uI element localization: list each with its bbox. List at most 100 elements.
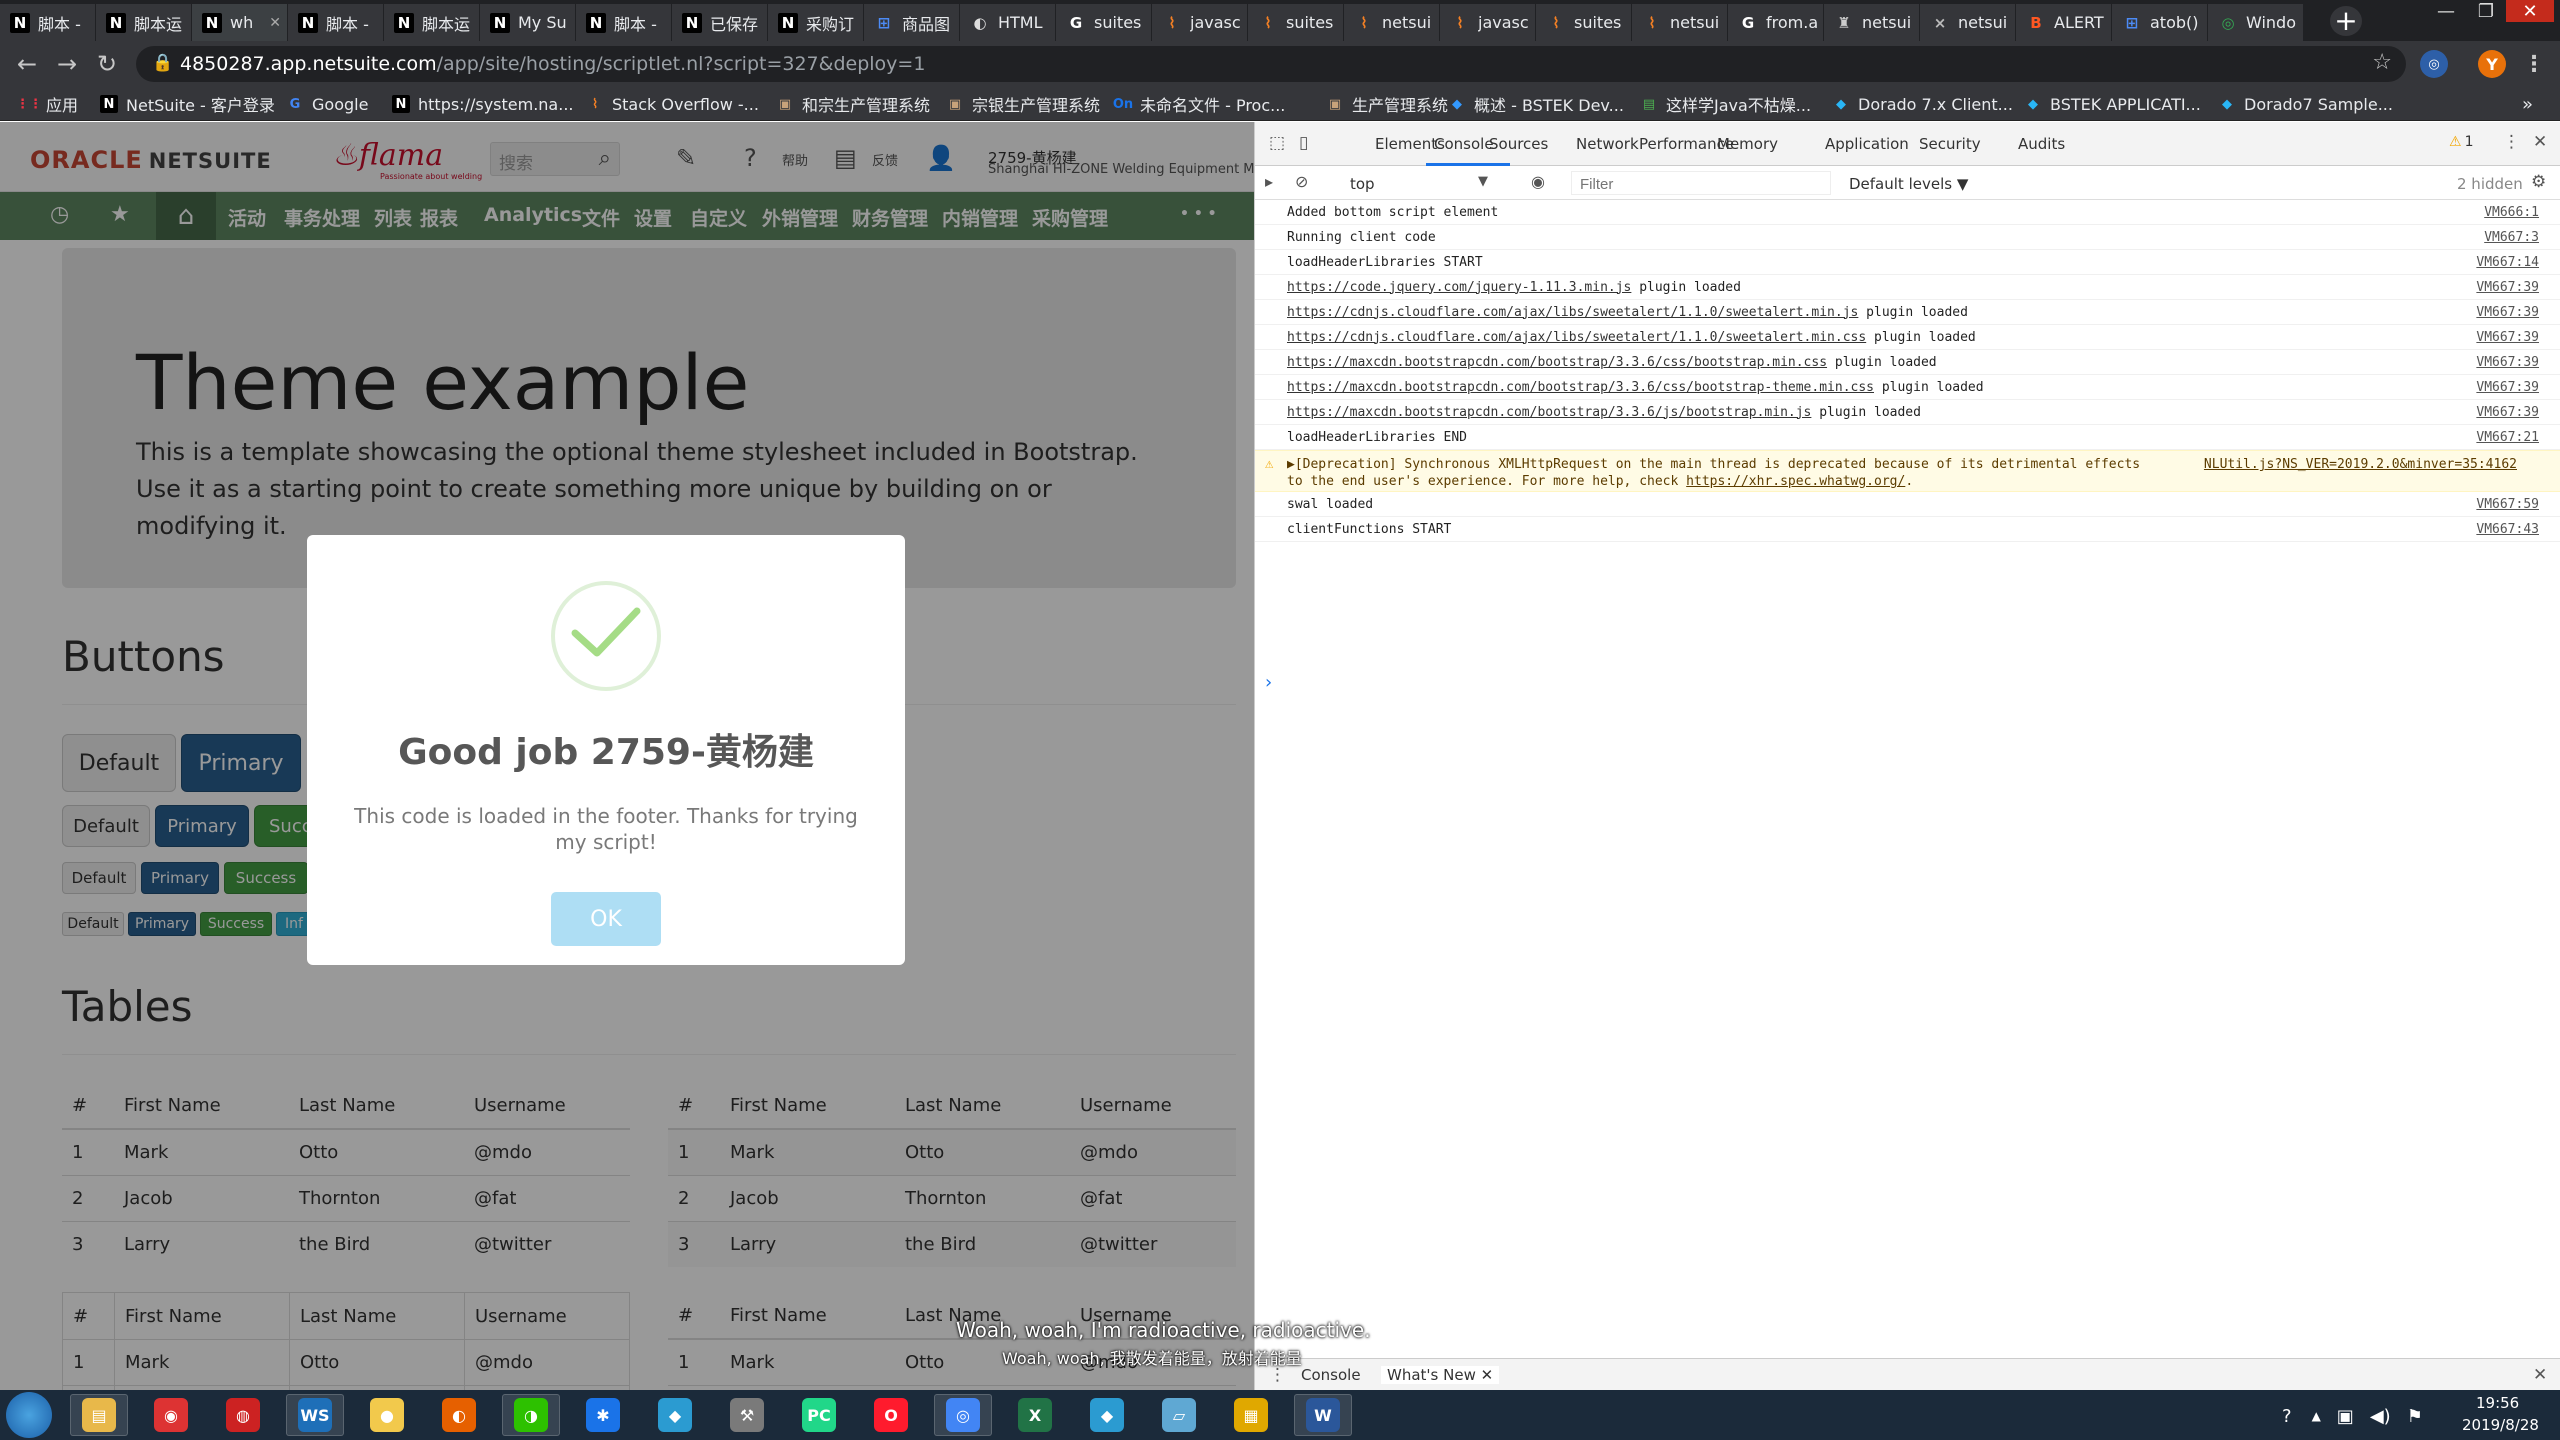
browser-tab[interactable]: ⌇ javasc <box>1440 4 1536 41</box>
taskbar-app-notepad[interactable]: ▱ <box>1150 1394 1208 1436</box>
devtools-close-icon[interactable]: ✕ <box>2533 132 2547 152</box>
console-filter-input[interactable] <box>1571 171 1831 195</box>
bookmark-item[interactable]: Nhttps://system.na... <box>392 93 573 115</box>
taskbar-app-netease-music[interactable]: ◉ <box>142 1394 200 1436</box>
browser-tab[interactable]: ⊞ atob() <box>2112 4 2208 41</box>
browser-tab[interactable]: ⌇ suites <box>1536 4 1632 41</box>
sidebar-toggle-icon[interactable]: ▸ <box>1265 172 1273 191</box>
dialog-ok-button[interactable]: OK <box>551 892 661 946</box>
browser-tab[interactable]: Gfrom.a <box>1728 4 1824 41</box>
console-source-link[interactable]: VM667:14 <box>2476 255 2539 270</box>
browser-tab[interactable]: ⌇ netsui <box>1632 4 1728 41</box>
browser-tab[interactable]: ⊞ 商品图 <box>864 4 960 41</box>
profile-avatar[interactable]: Y <box>2478 50 2506 78</box>
bookmark-item[interactable]: ◆ BSTEK APPLICATI... <box>2024 93 2201 115</box>
start-button[interactable] <box>6 1392 52 1438</box>
taskbar-app-webstorm[interactable]: WS <box>286 1394 344 1436</box>
console-link[interactable]: https://code.jquery.com/jquery-1.11.3.mi… <box>1287 280 1631 295</box>
clock-time[interactable]: 19:56 <box>2476 1394 2519 1412</box>
taskbar-app-archive-app[interactable]: ▦ <box>1222 1394 1280 1436</box>
warning-count-icon[interactable]: ⚠ 1 <box>2449 134 2473 150</box>
browser-tab[interactable]: ♜ netsui <box>1824 4 1920 41</box>
taskbar-app-excel[interactable]: X <box>1006 1394 1064 1436</box>
help-icon[interactable]: ? <box>2282 1406 2292 1427</box>
browser-tab[interactable]: N 脚本运 <box>96 4 192 41</box>
browser-tab[interactable]: Nwh ✕ <box>192 4 288 41</box>
browser-tab[interactable]: N 采购订 <box>768 4 864 41</box>
bookmark-item[interactable]: ▣ 和宗生产管理系统 <box>776 93 930 115</box>
volume-icon[interactable]: ◀) <box>2370 1406 2391 1427</box>
bookmark-star-icon[interactable]: ☆ <box>2372 50 2392 75</box>
inspect-element-icon[interactable]: ⬚ <box>1269 133 1285 153</box>
context-select[interactable]: top ▼ <box>1345 171 1493 195</box>
taskbar-app-file-explorer[interactable]: ▤ <box>70 1394 128 1436</box>
browser-tab[interactable]: ⌇ suites <box>1248 4 1344 41</box>
taskbar-app-word[interactable]: W <box>1294 1394 1352 1436</box>
clear-console-icon[interactable]: ⊘ <box>1295 172 1308 191</box>
close-icon[interactable]: ✕ <box>1481 1366 1494 1384</box>
devtools-menu-icon[interactable]: ⋮ <box>2503 132 2520 152</box>
bookmark-item[interactable]: ◆ 概述 - BSTEK Dev... <box>1448 93 1624 115</box>
console-link[interactable]: https://maxcdn.bootstrapcdn.com/bootstra… <box>1287 405 1811 420</box>
tray-expand-icon[interactable]: ▲ <box>2312 1409 2321 1423</box>
drawer-close-icon[interactable]: ✕ <box>2533 1365 2547 1385</box>
taskbar-app-qq-browser[interactable]: ● <box>358 1394 416 1436</box>
console-settings-gear-icon[interactable]: ⚙ <box>2531 172 2546 192</box>
devtools-tab[interactable]: Memory <box>1717 135 1778 153</box>
browser-tab[interactable]: ◐ HTML <box>960 4 1056 41</box>
browser-tab[interactable]: ⌇ netsui <box>1344 4 1440 41</box>
console-source-link[interactable]: VM667:39 <box>2476 330 2539 345</box>
taskbar-app-bird-app-2[interactable]: ◆ <box>1078 1394 1136 1436</box>
browser-tab[interactable]: Gsuites <box>1056 4 1152 41</box>
console-link[interactable]: https://cdnjs.cloudflare.com/ajax/libs/s… <box>1287 330 1866 345</box>
console-prompt[interactable]: › <box>1265 672 1272 693</box>
taskbar-app-chrome[interactable]: ◎ <box>934 1394 992 1436</box>
reload-button[interactable]: ↻ <box>92 50 122 78</box>
flag-icon[interactable]: ⚑ <box>2407 1406 2423 1427</box>
bookmark-item[interactable]: ▤ 这样学Java不枯燥... <box>1640 93 1811 115</box>
console-link[interactable]: https://maxcdn.bootstrapcdn.com/bootstra… <box>1287 355 1827 370</box>
minimize-button[interactable]: — <box>2426 0 2466 22</box>
devtools-tab[interactable]: Audits <box>2018 135 2065 153</box>
devtools-tab[interactable]: Console <box>1434 135 1494 153</box>
bookmark-item[interactable]: ▣ 宗银生产管理系统 <box>946 93 1100 115</box>
taskbar-app-netease-cloud[interactable]: ◍ <box>214 1394 272 1436</box>
devtools-tab[interactable]: Network <box>1576 135 1639 153</box>
warning-source-link[interactable]: NLUtil.js?NS_VER=2019.2.0&minver=35:4162 <box>2204 456 2517 473</box>
console-source-link[interactable]: VM667:39 <box>2476 380 2539 395</box>
devtools-tab[interactable]: Security <box>1919 135 1981 153</box>
taskbar-app-wechat[interactable]: ◑ <box>502 1394 560 1436</box>
close-window-button[interactable]: ✕ <box>2506 0 2554 22</box>
new-tab-button[interactable]: + <box>2330 6 2362 36</box>
drawer-tab-console[interactable]: Console <box>1301 1366 1361 1384</box>
console-source-link[interactable]: VM667:39 <box>2476 305 2539 320</box>
console-source-link[interactable]: VM667:39 <box>2476 280 2539 295</box>
console-source-link[interactable]: VM667:43 <box>2476 522 2539 537</box>
browser-tab[interactable]: ◎ Windo <box>2208 4 2304 41</box>
console-source-link[interactable]: VM667:21 <box>2476 430 2539 445</box>
live-expression-eye-icon[interactable]: ◉ <box>1531 172 1545 191</box>
bookmark-item[interactable]: ⌇ Stack Overflow -... <box>586 93 759 115</box>
bookmark-item[interactable]: G Google <box>286 93 369 115</box>
browser-tab[interactable]: N 脚本 - <box>0 4 96 41</box>
extension-icon[interactable]: ◎ <box>2420 50 2448 78</box>
console-source-link[interactable]: VM667:39 <box>2476 355 2539 370</box>
bookmark-item[interactable]: ◆ Dorado7 Sample... <box>2218 93 2393 115</box>
taskbar-app-bird-app[interactable]: ◆ <box>646 1394 704 1436</box>
restore-button[interactable]: ❐ <box>2466 0 2506 22</box>
browser-tab[interactable]: ⌇ javasc <box>1152 4 1248 41</box>
browser-tab[interactable]: N 已保存 <box>672 4 768 41</box>
taskbar-app-firefox[interactable]: ◐ <box>430 1394 488 1436</box>
browser-tab[interactable]: N 脚本 - <box>576 4 672 41</box>
taskbar-app-star-app[interactable]: ✱ <box>574 1394 632 1436</box>
forward-button[interactable]: → <box>52 50 82 78</box>
tab-close-icon[interactable]: ✕ <box>269 15 281 31</box>
console-source-link[interactable]: VM667:3 <box>2484 230 2539 245</box>
console-link[interactable]: https://cdnjs.cloudflare.com/ajax/libs/s… <box>1287 305 1858 320</box>
browser-tab[interactable]: × netsui <box>1920 4 2016 41</box>
bookmark-item[interactable]: ▣ 生产管理系统 <box>1326 93 1448 115</box>
warning-text-1[interactable]: ▶[Deprecation] Synchronous XMLHttpReques… <box>1287 457 2140 472</box>
devtools-tab[interactable]: Application <box>1825 135 1909 153</box>
clock-date[interactable]: 2019/8/28 <box>2462 1416 2539 1434</box>
browser-tab[interactable]: B ALERT <box>2016 4 2112 41</box>
